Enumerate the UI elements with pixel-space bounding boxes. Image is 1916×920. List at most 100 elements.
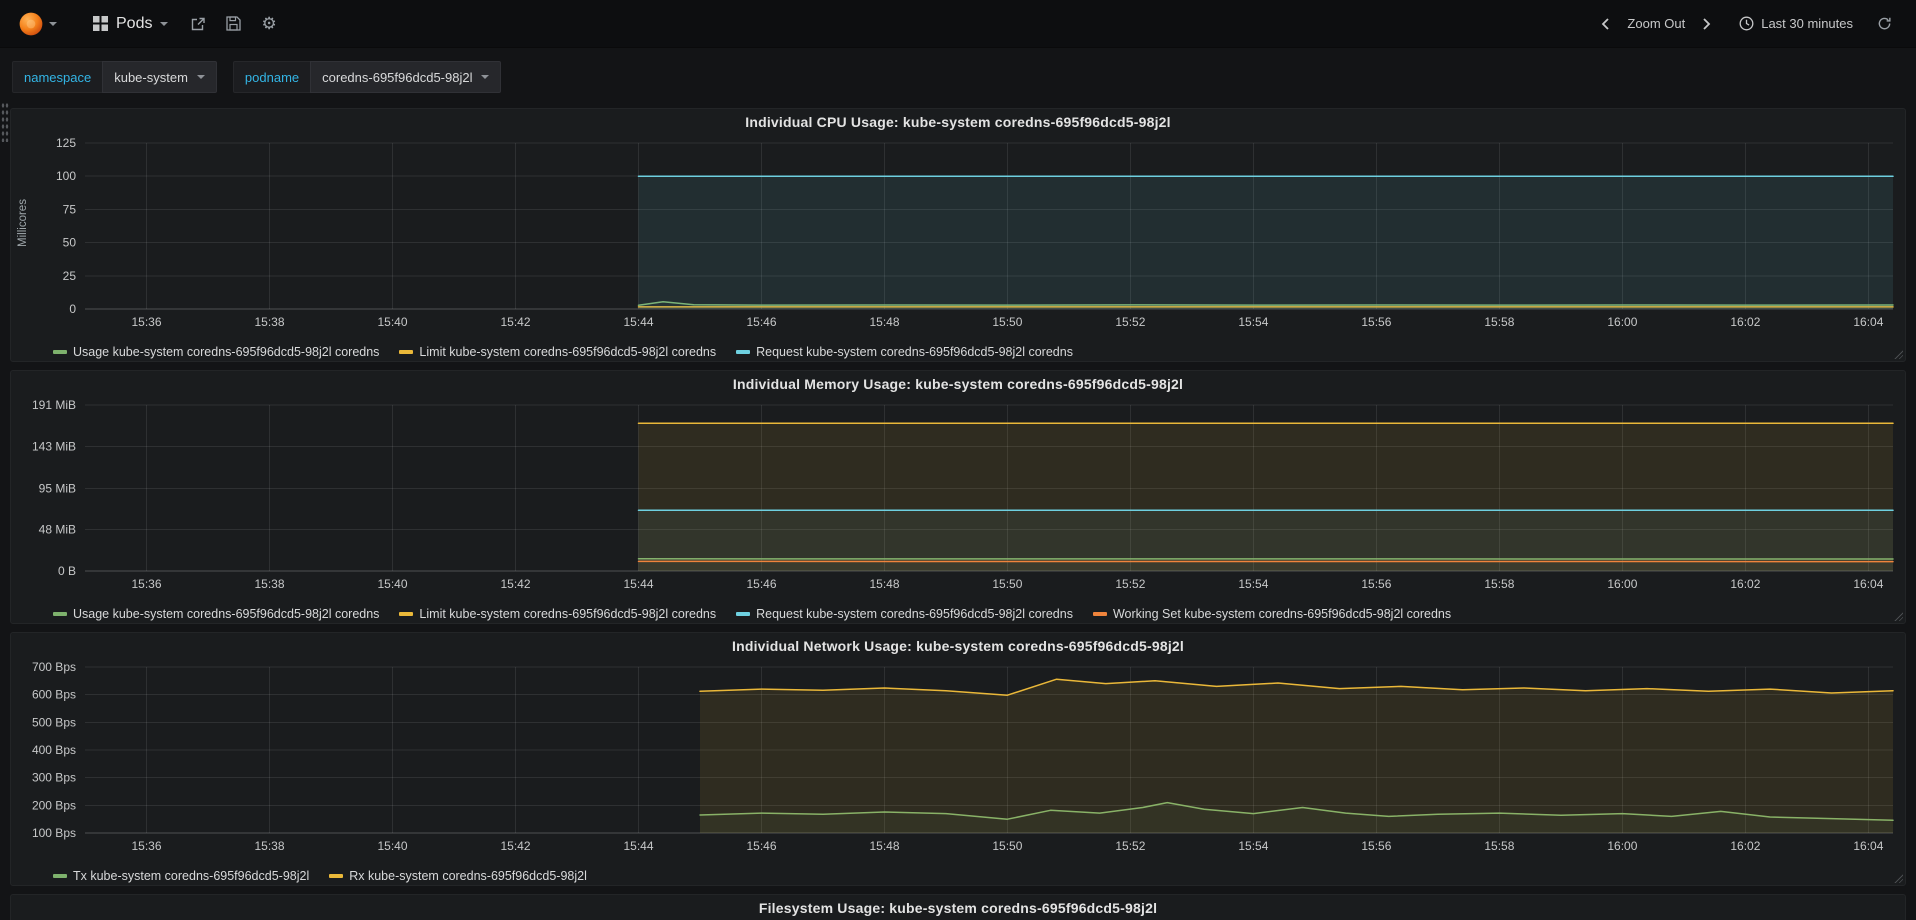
svg-text:16:00: 16:00: [1607, 839, 1637, 853]
svg-text:600 Bps: 600 Bps: [32, 688, 76, 702]
time-back-button[interactable]: [1589, 9, 1621, 39]
variable-value-dropdown[interactable]: coredns-695f96dcd5-98j2l: [310, 61, 502, 93]
legend-color-swatch: [53, 612, 67, 616]
svg-text:15:46: 15:46: [746, 577, 776, 591]
navbar-right: Zoom Out Last 30 minutes: [1589, 8, 1902, 39]
legend-color-swatch: [399, 612, 414, 616]
legend-item[interactable]: Rx kube-system coredns-695f96dcd5-98j2l: [329, 869, 587, 883]
caret-down-icon: [160, 21, 169, 26]
caret-down-icon: [481, 75, 490, 79]
variable-value-dropdown[interactable]: kube-system: [102, 61, 217, 93]
chevron-left-icon: [1602, 17, 1610, 30]
svg-text:125: 125: [56, 136, 76, 150]
network-usage-chart-plot[interactable]: 100 Bps 200 Bps 300 Bps 400 Bps 500 Bps 600 B…: [11, 659, 1905, 862]
svg-text:16:02: 16:02: [1730, 315, 1760, 329]
panel-title[interactable]: Individual CPU Usage: kube-system coredn…: [11, 109, 1905, 135]
svg-text:15:38: 15:38: [254, 839, 284, 853]
gear-icon: ⚙: [261, 14, 277, 33]
memory-usage-chart-plot[interactable]: 0 B 48 MiB 95 MiB 143 MiB 191 MiB 15:36 15:38 1…: [11, 397, 1905, 600]
caret-down-icon: [49, 21, 57, 26]
variable-label: namespace: [12, 61, 103, 93]
panel-title[interactable]: Individual Memory Usage: kube-system cor…: [11, 371, 1905, 397]
legend-color-swatch: [736, 350, 751, 354]
svg-text:15:56: 15:56: [1361, 839, 1391, 853]
time-forward-button[interactable]: [1691, 9, 1723, 39]
legend-item[interactable]: Usage kube-system coredns-695f96dcd5-98j…: [53, 607, 379, 621]
svg-text:15:48: 15:48: [869, 577, 899, 591]
svg-text:15:52: 15:52: [1115, 577, 1145, 591]
svg-text:16:04: 16:04: [1853, 839, 1883, 853]
svg-text:15:42: 15:42: [500, 577, 530, 591]
svg-text:15:40: 15:40: [377, 839, 407, 853]
variable-value-text: kube-system: [114, 69, 188, 85]
grafana-logo-button[interactable]: [8, 5, 67, 43]
legend-item[interactable]: Limit kube-system coredns-695f96dcd5-98j…: [399, 345, 716, 359]
settings-button[interactable]: ⚙: [251, 7, 286, 40]
svg-text:15:40: 15:40: [377, 577, 407, 591]
legend-item[interactable]: Request kube-system coredns-695f96dcd5-9…: [736, 607, 1073, 621]
svg-text:0: 0: [69, 302, 76, 316]
legend-label: Usage kube-system coredns-695f96dcd5-98j…: [73, 345, 380, 359]
svg-text:15:36: 15:36: [131, 315, 161, 329]
svg-text:15:54: 15:54: [1238, 577, 1268, 591]
variable-value-text: coredns-695f96dcd5-98j2l: [322, 69, 473, 85]
cpu-usage-chart-plot[interactable]: 0 25 50 75 100 125 15:36 15:38 15:40 15:42 15:44 15…: [11, 135, 1905, 338]
legend-color-swatch: [53, 874, 67, 878]
legend-label: Working Set kube-system coredns-695f96dc…: [1112, 607, 1452, 621]
svg-text:15:48: 15:48: [869, 839, 899, 853]
time-picker-button[interactable]: Last 30 minutes: [1733, 8, 1859, 39]
legend-label: Limit kube-system coredns-695f96dcd5-98j…: [419, 345, 717, 359]
svg-text:15:58: 15:58: [1484, 577, 1514, 591]
legend-item[interactable]: Usage kube-system coredns-695f96dcd5-98j…: [53, 345, 379, 359]
refresh-icon: [1878, 17, 1891, 30]
legend-color-swatch: [1092, 612, 1107, 616]
legend-item[interactable]: Working Set kube-system coredns-695f96dc…: [1092, 607, 1452, 621]
save-button[interactable]: [216, 8, 251, 39]
zoom-out-button[interactable]: Zoom Out: [1621, 8, 1691, 39]
svg-text:16:00: 16:00: [1607, 315, 1637, 329]
cpu-legend: Usage kube-system coredns-695f96dcd5-98j…: [11, 338, 1905, 366]
dashboard-grid-icon: [93, 16, 108, 31]
svg-text:15:46: 15:46: [746, 315, 776, 329]
legend-label: Usage kube-system coredns-695f96dcd5-98j…: [73, 607, 380, 621]
row-drag-handle[interactable]: [1, 102, 9, 142]
svg-text:15:44: 15:44: [623, 839, 653, 853]
svg-text:100 Bps: 100 Bps: [32, 826, 76, 840]
svg-text:15:38: 15:38: [254, 577, 284, 591]
legend-item[interactable]: Limit kube-system coredns-695f96dcd5-98j…: [399, 607, 716, 621]
refresh-button[interactable]: [1867, 8, 1902, 39]
svg-text:143 MiB: 143 MiB: [32, 440, 76, 454]
legend-item[interactable]: Request kube-system coredns-695f96dcd5-9…: [736, 345, 1073, 359]
svg-text:15:36: 15:36: [131, 577, 161, 591]
zoom-out-label: Zoom Out: [1627, 16, 1686, 31]
panel-title[interactable]: Individual Network Usage: kube-system co…: [11, 633, 1905, 659]
share-icon: [192, 17, 206, 30]
grafana-logo-icon: [19, 12, 43, 35]
svg-text:400 Bps: 400 Bps: [32, 743, 76, 757]
clock-icon: [1739, 16, 1754, 31]
svg-text:16:02: 16:02: [1730, 577, 1760, 591]
variable-label: podname: [232, 61, 311, 93]
legend-color-swatch: [399, 350, 414, 354]
network-legend: Tx kube-system coredns-695f96dcd5-98j2l R…: [11, 862, 1905, 890]
svg-text:200 Bps: 200 Bps: [32, 798, 76, 812]
svg-text:15:54: 15:54: [1238, 839, 1268, 853]
memory-legend: Usage kube-system coredns-695f96dcd5-98j…: [11, 600, 1905, 628]
panel-memory-usage: Individual Memory Usage: kube-system cor…: [10, 370, 1906, 624]
panel-title[interactable]: Filesystem Usage: kube-system coredns-69…: [11, 895, 1905, 920]
legend-item[interactable]: Tx kube-system coredns-695f96dcd5-98j2l: [53, 869, 309, 883]
svg-text:15:48: 15:48: [869, 315, 899, 329]
legend-label: Tx kube-system coredns-695f96dcd5-98j2l: [73, 869, 310, 883]
svg-text:300 Bps: 300 Bps: [32, 771, 76, 785]
share-button[interactable]: [180, 8, 216, 40]
dashboard-picker-button[interactable]: Pods: [81, 7, 180, 41]
svg-text:15:50: 15:50: [992, 315, 1022, 329]
time-range-label: Last 30 minutes: [1761, 16, 1853, 31]
dashboard-title: Pods: [116, 14, 153, 32]
caret-down-icon: [196, 75, 205, 79]
svg-text:0 B: 0 B: [58, 564, 76, 578]
svg-text:15:52: 15:52: [1115, 839, 1145, 853]
svg-text:50: 50: [63, 236, 77, 250]
svg-text:15:52: 15:52: [1115, 315, 1145, 329]
svg-text:15:50: 15:50: [992, 577, 1022, 591]
